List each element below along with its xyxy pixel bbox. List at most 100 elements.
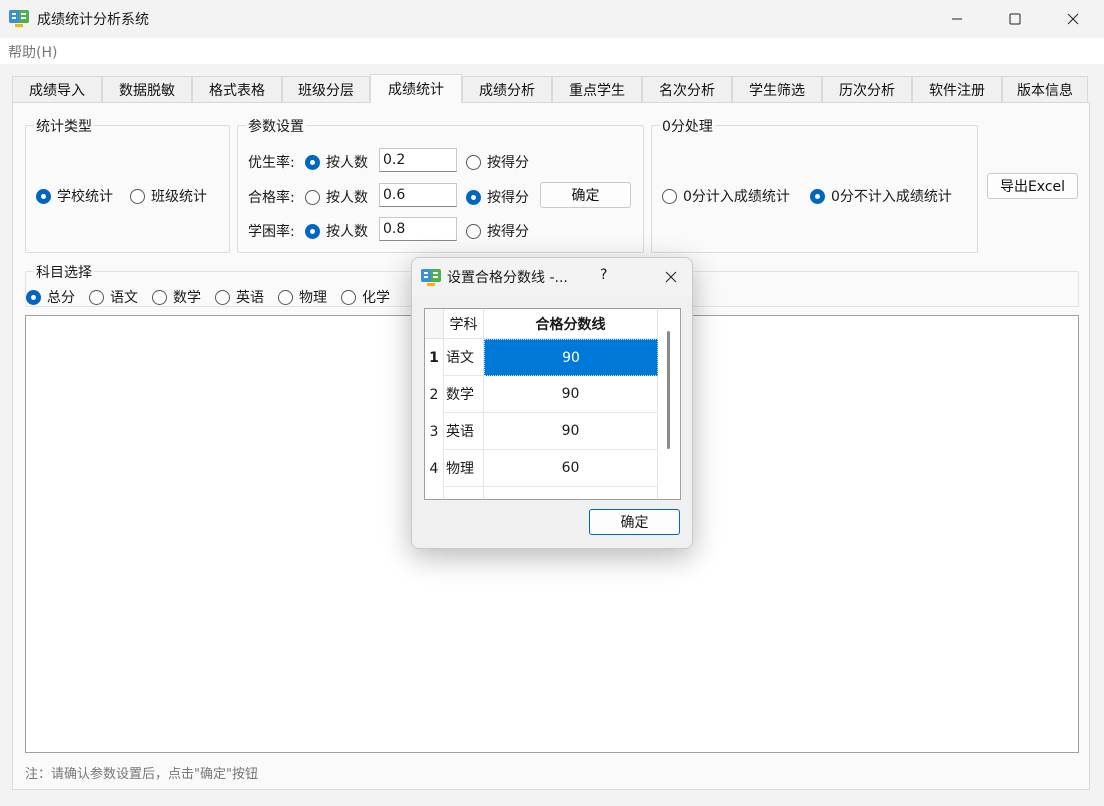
footnote: 注：请确认参数设置后，点击"确定"按钮 xyxy=(25,767,258,782)
excellent-rate-input[interactable]: 0.2 xyxy=(379,148,457,172)
radio-indicator xyxy=(36,188,51,204)
cell-pass-line-partial[interactable] xyxy=(484,487,658,499)
radio-pass-by-count[interactable]: 按人数 xyxy=(305,187,368,207)
radio-indicator xyxy=(130,188,145,204)
params-group: 参数设置 优生率: 按人数 0.2 按得分 合格率: 按人数 0.6 按得分 确… xyxy=(237,116,644,253)
app-logo-icon xyxy=(9,10,29,27)
radio-label: 班级统计 xyxy=(151,189,207,205)
radio-label: 0分计入成绩统计 xyxy=(683,189,790,205)
radio-label: 0分不计入成绩统计 xyxy=(831,189,952,205)
pass-rate-input[interactable]: 0.6 xyxy=(379,183,457,207)
vertical-scrollbar[interactable] xyxy=(658,309,680,499)
radio-indicator xyxy=(466,189,481,205)
tab-rank-analysis[interactable]: 名次分析 xyxy=(642,76,732,102)
radio-label: 物理 xyxy=(299,290,327,306)
pass-line-dialog: 设置合格分数线 -... ? 学科 合格分数线 1 语文 90 2 数学 90 … xyxy=(411,257,693,549)
close-icon xyxy=(1067,13,1079,25)
dialog-titlebar: 设置合格分数线 -... ? xyxy=(412,258,692,296)
radio-pass-by-score[interactable]: 按得分 xyxy=(466,187,529,207)
cell-subject[interactable]: 数学 xyxy=(444,376,484,413)
tab-student-filter[interactable]: 学生筛选 xyxy=(732,76,822,102)
tab-format-table[interactable]: 格式表格 xyxy=(192,76,282,102)
app-logo-icon xyxy=(421,269,441,286)
radio-label: 按人数 xyxy=(326,190,368,206)
radio-label: 按人数 xyxy=(326,224,368,240)
minimize-button[interactable] xyxy=(928,0,986,38)
maximize-icon xyxy=(1009,13,1021,25)
stat-type-title: 统计类型 xyxy=(34,116,94,136)
minimize-icon xyxy=(952,18,962,20)
column-header-pass-line[interactable]: 合格分数线 xyxy=(484,309,658,339)
dialog-ok-button[interactable]: 确定 xyxy=(589,509,680,535)
radio-subject-english[interactable]: 英语 xyxy=(215,287,264,307)
tab-score-import[interactable]: 成绩导入 xyxy=(12,76,102,102)
cell-subject-partial[interactable] xyxy=(444,487,484,499)
cell-pass-line[interactable]: 60 xyxy=(484,450,658,487)
row-number[interactable]: 2 xyxy=(425,376,444,413)
tab-data-desensitize[interactable]: 数据脱敏 xyxy=(102,76,192,102)
maximize-button[interactable] xyxy=(986,0,1044,38)
pass-line-table[interactable]: 学科 合格分数线 1 语文 90 2 数学 90 3 英语 90 4 物理 60 xyxy=(424,308,681,500)
radio-label: 数学 xyxy=(173,290,201,306)
pass-rate-label: 合格率: xyxy=(248,190,295,206)
help-icon[interactable]: ? xyxy=(600,267,607,283)
row-number[interactable]: 3 xyxy=(425,413,444,450)
row-number[interactable]: 1 xyxy=(425,339,444,376)
tab-version-info[interactable]: 版本信息 xyxy=(1002,76,1088,102)
cell-pass-line[interactable]: 90 xyxy=(484,376,658,413)
radio-subject-total[interactable]: 总分 xyxy=(26,287,75,307)
radio-label: 学校统计 xyxy=(57,189,113,205)
radio-excellent-by-count[interactable]: 按人数 xyxy=(305,152,368,172)
stat-type-group: 统计类型 学校统计 班级统计 xyxy=(25,116,230,253)
radio-label: 总分 xyxy=(47,290,75,306)
window-title: 成绩统计分析系统 xyxy=(37,12,149,28)
subject-title: 科目选择 xyxy=(34,262,94,282)
cell-subject[interactable]: 物理 xyxy=(444,450,484,487)
radio-class-stat[interactable]: 班级统计 xyxy=(130,186,207,206)
radio-indicator xyxy=(305,223,320,239)
dialog-close-button[interactable] xyxy=(648,258,692,296)
radio-excellent-by-score[interactable]: 按得分 xyxy=(466,152,529,172)
radio-subject-physics[interactable]: 物理 xyxy=(278,287,327,307)
tab-software-register[interactable]: 软件注册 xyxy=(912,76,1002,102)
radio-indicator xyxy=(26,289,41,305)
tab-key-students[interactable]: 重点学生 xyxy=(552,76,642,102)
tab-score-analysis[interactable]: 成绩分析 xyxy=(462,76,552,102)
close-button[interactable] xyxy=(1044,0,1102,38)
struggling-rate-label: 学困率: xyxy=(248,224,295,240)
menu-help[interactable]: 帮助(H) xyxy=(8,42,57,62)
column-header-subject[interactable]: 学科 xyxy=(444,309,484,339)
radio-indicator xyxy=(305,154,320,170)
radio-subject-chinese[interactable]: 语文 xyxy=(89,287,138,307)
cell-pass-line[interactable]: 90 xyxy=(484,413,658,450)
radio-school-stat[interactable]: 学校统计 xyxy=(36,186,113,206)
radio-indicator xyxy=(278,289,293,305)
zero-handling-title: 0分处理 xyxy=(660,116,715,136)
radio-indicator xyxy=(466,223,481,239)
dialog-body: 学科 合格分数线 1 语文 90 2 数学 90 3 英语 90 4 物理 60… xyxy=(412,296,692,548)
radio-indicator xyxy=(662,188,677,204)
cell-pass-line[interactable]: 90 xyxy=(484,339,658,376)
struggling-rate-input[interactable]: 0.8 xyxy=(379,217,457,241)
radio-struggling-by-score[interactable]: 按得分 xyxy=(466,221,529,241)
tab-score-statistics[interactable]: 成绩统计 xyxy=(370,74,462,103)
params-confirm-button[interactable]: 确定 xyxy=(540,182,631,208)
export-excel-button[interactable]: 导出Excel xyxy=(987,173,1078,199)
scrollbar-thumb[interactable] xyxy=(667,331,670,449)
row-number[interactable]: 4 xyxy=(425,450,444,487)
row-number-partial[interactable] xyxy=(425,487,444,499)
radio-struggling-by-count[interactable]: 按人数 xyxy=(305,221,368,241)
tab-class-layering[interactable]: 班级分层 xyxy=(282,76,370,102)
radio-zero-included[interactable]: 0分计入成绩统计 xyxy=(662,186,790,206)
radio-indicator xyxy=(152,289,167,305)
radio-zero-excluded[interactable]: 0分不计入成绩统计 xyxy=(810,186,952,206)
table-corner xyxy=(425,309,444,339)
radio-subject-chemistry[interactable]: 化学 xyxy=(341,287,390,307)
cell-subject[interactable]: 语文 xyxy=(444,339,484,376)
cell-subject[interactable]: 英语 xyxy=(444,413,484,450)
radio-subject-math[interactable]: 数学 xyxy=(152,287,201,307)
radio-label: 按得分 xyxy=(487,190,529,206)
radio-indicator xyxy=(305,189,320,205)
radio-indicator xyxy=(810,188,825,204)
tab-history-analysis[interactable]: 历次分析 xyxy=(822,76,912,102)
